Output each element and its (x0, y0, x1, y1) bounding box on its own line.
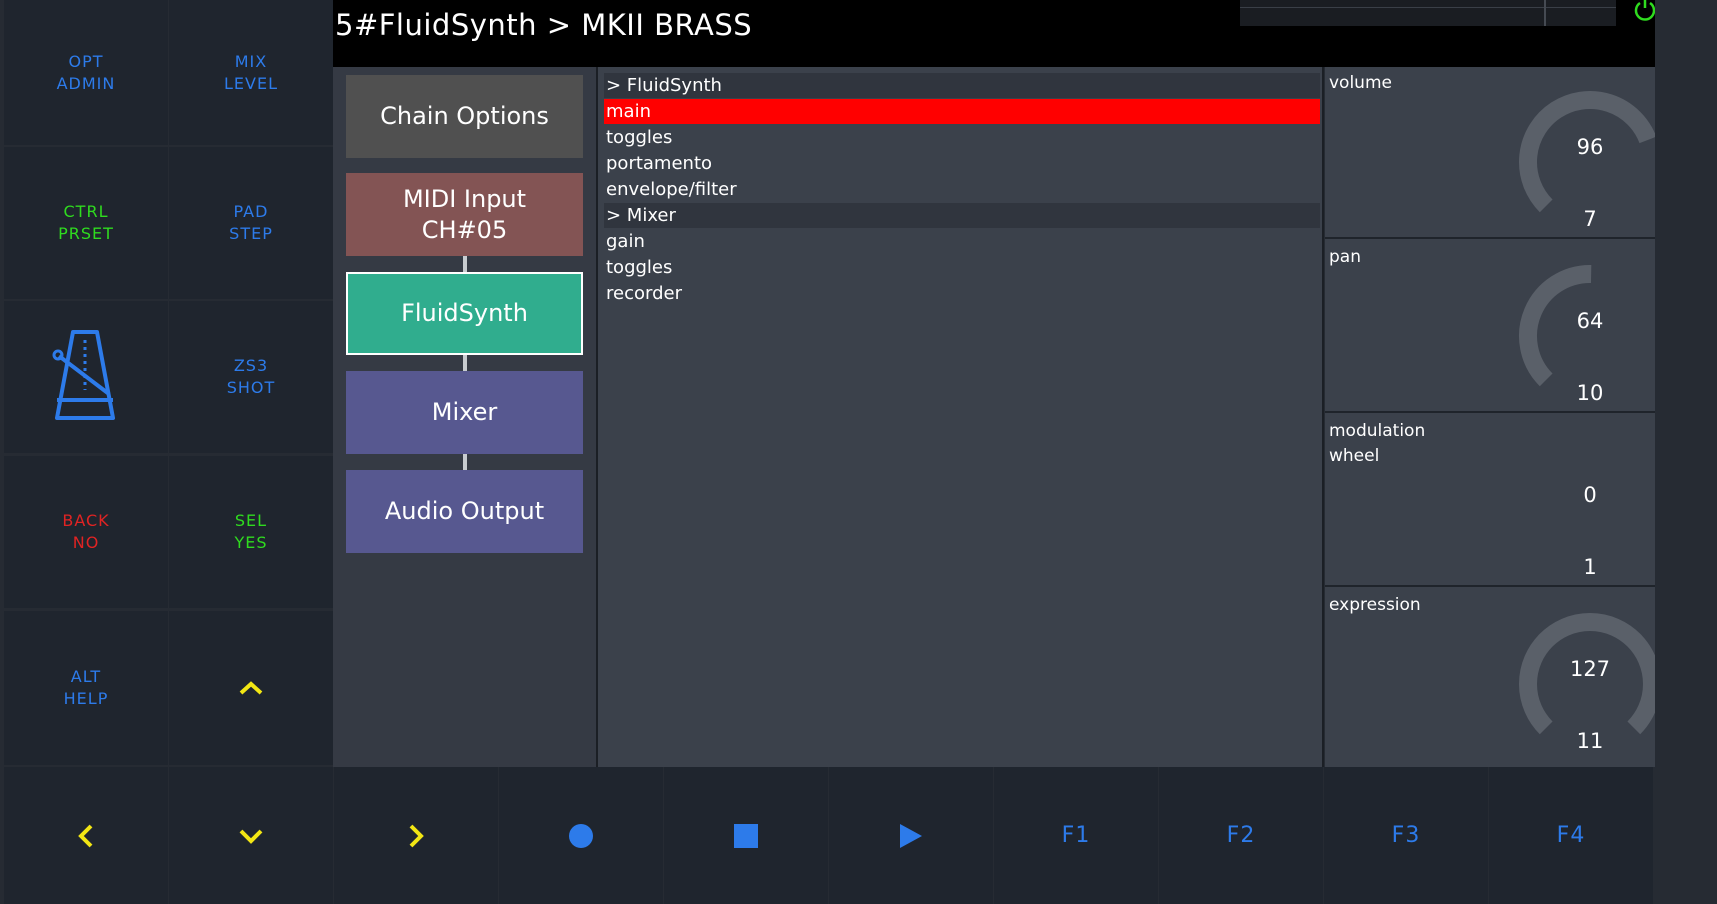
menu-item-mixer-toggles[interactable]: toggles (604, 255, 1320, 280)
knob-expression[interactable]: expression 127 11 (1325, 589, 1655, 767)
f2-button[interactable]: F2 (1159, 767, 1323, 904)
play-icon (900, 823, 922, 848)
stop-button[interactable] (664, 767, 828, 904)
menu-item-main[interactable]: main (604, 99, 1320, 124)
f3-button[interactable]: F3 (1324, 767, 1488, 904)
knob-value: 0 (1583, 483, 1597, 507)
chevron-right-icon (409, 824, 424, 847)
metronome-icon (52, 330, 115, 420)
menu-header-fluidsynth[interactable]: > FluidSynth (604, 73, 1320, 98)
knob-cc-number: 10 (1576, 381, 1604, 405)
chevron-left-icon (78, 824, 93, 847)
record-icon (569, 823, 593, 848)
power-icon[interactable] (1633, 0, 1657, 21)
chain-connector (463, 256, 467, 272)
knob-value: 127 (1569, 657, 1611, 681)
knob-label: volume (1329, 73, 1392, 93)
opt-admin-button[interactable]: OPT ADMIN (4, 0, 168, 145)
pad-step-button[interactable]: PAD STEP (169, 147, 333, 299)
knob-cc-number: 1 (1583, 555, 1597, 579)
sel-yes-button[interactable]: SEL YES (169, 456, 333, 608)
fluidsynth-node[interactable]: FluidSynth (346, 272, 583, 355)
meter-peak-marker (1544, 0, 1546, 26)
menu-item-recorder[interactable]: recorder (604, 281, 1320, 306)
down-button[interactable] (169, 767, 333, 904)
knob-label: modulation wheel (1329, 421, 1426, 466)
record-button[interactable] (499, 767, 663, 904)
right-button[interactable] (334, 767, 498, 904)
ctrl-prset-button[interactable]: CTRL PRSET (4, 147, 168, 299)
knob-value: 64 (1576, 309, 1604, 333)
menu-header-mixer[interactable]: > Mixer (604, 203, 1320, 228)
left-button[interactable] (4, 767, 168, 904)
knob-value: 96 (1576, 135, 1604, 159)
knob-modulation-wheel[interactable]: modulation wheel 0 1 (1325, 415, 1655, 587)
f4-label: F4 (1556, 823, 1586, 848)
midi-input-node[interactable]: MIDI Input CH#05 (346, 173, 583, 256)
knob-cc-number: 7 (1583, 207, 1597, 231)
audio-output-node[interactable]: Audio Output (346, 470, 583, 553)
f1-button[interactable]: F1 (994, 767, 1158, 904)
screen-edge (1655, 0, 1717, 904)
up-button[interactable] (169, 611, 333, 765)
f1-label: F1 (1061, 823, 1091, 848)
page-title[interactable]: 5#FluidSynth > MKII BRASS (335, 8, 752, 42)
menu-item-envelope-filter[interactable]: envelope/filter (604, 177, 1320, 202)
chain-connector (463, 454, 467, 470)
f4-button[interactable]: F4 (1489, 767, 1653, 904)
knob-label: expression (1329, 595, 1421, 615)
mixer-node[interactable]: Mixer (346, 371, 583, 454)
chevron-down-icon (239, 829, 263, 844)
knob-label: pan (1329, 247, 1361, 267)
mix-level-button[interactable]: MIX LEVEL (169, 0, 333, 145)
audio-level-meter (1240, 0, 1616, 26)
chain-connector (463, 355, 467, 371)
f2-label: F2 (1226, 823, 1256, 848)
menu-list: > FluidSynth main toggles portamento env… (596, 67, 1324, 767)
stop-icon (734, 823, 758, 848)
chevron-up-icon (239, 681, 263, 695)
meter-left-channel (1240, 0, 1616, 8)
chain-options-button[interactable]: Chain Options (346, 75, 583, 158)
alt-help-button[interactable]: ALT HELP (4, 611, 168, 765)
header-bar: 5#FluidSynth > MKII BRASS (333, 0, 1657, 67)
chain-panel: Chain Options MIDI Input CH#05 FluidSynt… (333, 67, 596, 767)
knob-volume[interactable]: volume 96 7 (1325, 67, 1655, 239)
menu-item-toggles[interactable]: toggles (604, 125, 1320, 150)
f3-label: F3 (1391, 823, 1421, 848)
knob-cc-number: 11 (1576, 729, 1604, 753)
menu-item-portamento[interactable]: portamento (604, 151, 1320, 176)
zs3-shot-button[interactable]: ZS3 SHOT (169, 301, 333, 453)
play-button[interactable] (829, 767, 993, 904)
menu-item-gain[interactable]: gain (604, 229, 1320, 254)
metronome-button[interactable] (4, 301, 168, 453)
back-no-button[interactable]: BACK NO (4, 456, 168, 608)
controller-panel: volume 96 7 pan 64 10 modulation wheel 0… (1325, 67, 1655, 767)
knob-pan[interactable]: pan 64 10 (1325, 241, 1655, 413)
